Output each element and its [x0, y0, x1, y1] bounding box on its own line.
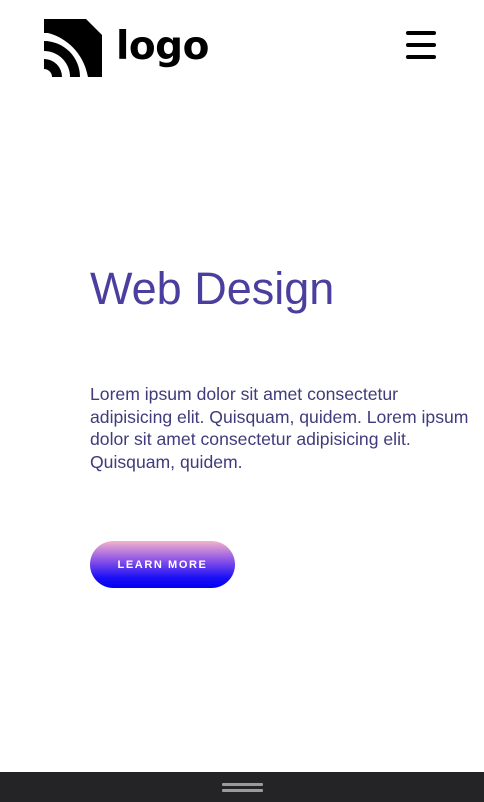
hero-description: Lorem ipsum dolor sit amet consectetur a…: [90, 384, 469, 472]
logo-link[interactable]: logo: [44, 18, 209, 78]
menu-button[interactable]: [400, 26, 442, 64]
hero-title: Web Design: [90, 263, 335, 314]
bottom-bar: [0, 772, 484, 802]
logo-text: logo: [116, 23, 209, 69]
learn-more-button[interactable]: LEARN MORE: [90, 541, 235, 588]
site-header: logo: [0, 0, 484, 96]
logo-icon: [44, 19, 102, 77]
drag-handle-icon[interactable]: [222, 783, 263, 792]
